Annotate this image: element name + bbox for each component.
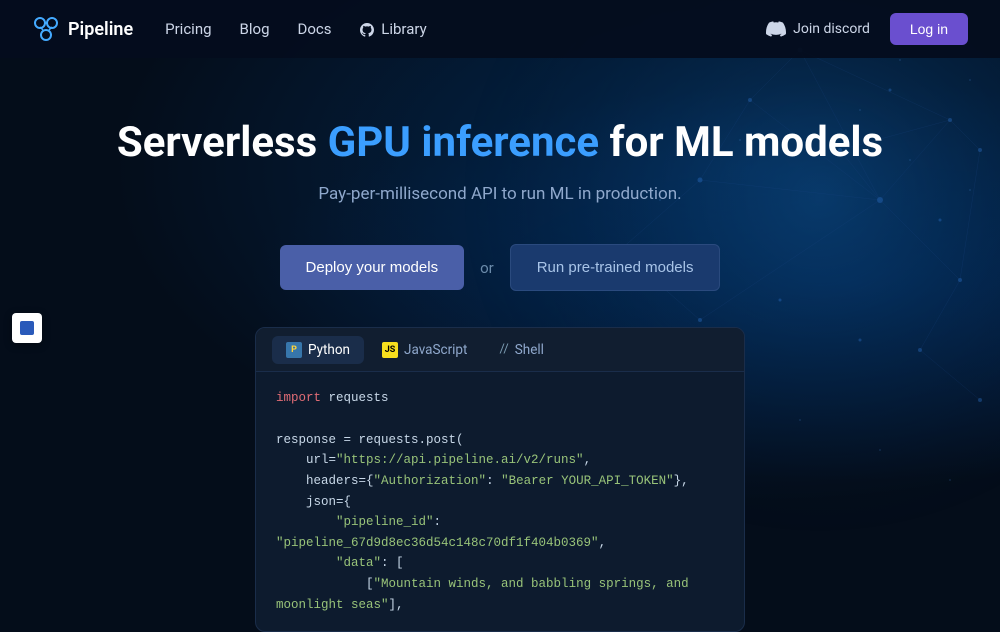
github-icon bbox=[360, 23, 374, 37]
tab-shell-label: Shell bbox=[515, 342, 544, 358]
code-body: import requests response = requests.post… bbox=[256, 372, 744, 631]
python-icon: P bbox=[286, 342, 302, 358]
hero-title-part2: for ML models bbox=[610, 118, 884, 167]
nav-right: Join discord Log in bbox=[766, 13, 968, 45]
code-line-1: import requests bbox=[276, 388, 724, 409]
code-line-4: headers={"Authorization": "Bearer YOUR_A… bbox=[276, 471, 724, 492]
code-line-6: "pipeline_id": "pipeline_67d9d8ec36d54c1… bbox=[276, 512, 724, 553]
discord-link[interactable]: Join discord bbox=[766, 19, 870, 39]
nav-link-library[interactable]: Library bbox=[360, 20, 427, 38]
tab-python-label: Python bbox=[308, 342, 350, 358]
discord-icon bbox=[766, 19, 786, 39]
hero-title-accent: GPU inference bbox=[328, 118, 599, 167]
code-line-7: "data": [ bbox=[276, 553, 724, 574]
nav-links: Pricing Blog Docs Library bbox=[165, 20, 766, 38]
tab-javascript[interactable]: JS JavaScript bbox=[368, 336, 481, 364]
tab-js-label: JavaScript bbox=[404, 342, 467, 358]
side-button[interactable] bbox=[12, 313, 42, 343]
hero-title: Serverless GPU inference for ML models bbox=[117, 118, 883, 168]
code-line-blank bbox=[276, 409, 724, 430]
login-button[interactable]: Log in bbox=[890, 13, 968, 45]
hero-subtitle: Pay-per-millisecond API to run ML in pro… bbox=[318, 184, 681, 204]
tab-shell[interactable]: // Shell bbox=[485, 336, 558, 364]
logo[interactable]: Pipeline bbox=[32, 15, 133, 43]
logo-text: Pipeline bbox=[68, 19, 133, 40]
shell-icon: // bbox=[499, 342, 508, 357]
code-window: P Python JS JavaScript // Shell import r… bbox=[255, 327, 745, 632]
code-line-2: response = requests.post( bbox=[276, 430, 724, 451]
tab-python[interactable]: P Python bbox=[272, 336, 364, 364]
side-button-icon bbox=[20, 321, 34, 335]
navbar: Pipeline Pricing Blog Docs Library Join … bbox=[0, 0, 1000, 58]
nav-link-pricing[interactable]: Pricing bbox=[165, 20, 211, 38]
hero-section: Serverless GPU inference for ML models P… bbox=[0, 58, 1000, 632]
discord-label: Join discord bbox=[793, 21, 870, 37]
nav-link-docs[interactable]: Docs bbox=[298, 20, 332, 38]
run-pretrained-button[interactable]: Run pre-trained models bbox=[510, 244, 721, 291]
code-line-8: ["Mountain winds, and babbling springs, … bbox=[276, 574, 724, 615]
deploy-button[interactable]: Deploy your models bbox=[280, 245, 465, 290]
nav-link-blog[interactable]: Blog bbox=[240, 20, 270, 38]
hero-title-part1: Serverless bbox=[117, 118, 328, 167]
hero-buttons: Deploy your models or Run pre-trained mo… bbox=[280, 244, 721, 291]
btn-or-label: or bbox=[480, 259, 494, 277]
code-line-5: json={ bbox=[276, 492, 724, 513]
code-line-3: url="https://api.pipeline.ai/v2/runs", bbox=[276, 450, 724, 471]
code-tabs: P Python JS JavaScript // Shell bbox=[256, 328, 744, 372]
logo-icon bbox=[32, 15, 60, 43]
js-icon: JS bbox=[382, 342, 398, 358]
